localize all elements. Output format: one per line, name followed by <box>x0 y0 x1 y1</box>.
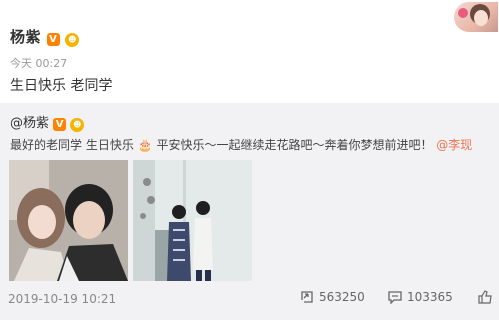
post-text: 生日快乐 老同学 <box>10 78 113 94</box>
cake-icon: 🎂 <box>137 138 153 152</box>
v-verified-icon: V <box>46 33 60 46</box>
repost-icon <box>300 290 314 304</box>
comment-button[interactable]: 103365 <box>388 290 453 305</box>
comment-icon <box>388 290 402 305</box>
repost-text-main: 最好的老同学 生日快乐 <box>10 138 134 152</box>
like-icon <box>478 290 492 304</box>
repost-date: 2019-10-19 10:21 <box>8 292 117 306</box>
couple-standing-illustration <box>133 160 252 281</box>
mention-link[interactable]: @李现 <box>436 138 472 152</box>
avatar-face <box>474 10 488 26</box>
vip-icon: ☻ <box>70 118 85 132</box>
repost-photo-2[interactable] <box>133 160 252 281</box>
v-verified-icon: V <box>53 118 67 131</box>
like-button[interactable] <box>478 290 492 304</box>
user-avatar[interactable] <box>454 2 498 32</box>
repost-text: 最好的老同学 生日快乐 🎂 平安快乐～一起继续走花路吧～奔着你梦想前进吧！ @李… <box>10 136 472 153</box>
post-header: 杨紫 V ☻ <box>10 26 80 47</box>
repost-header: @杨紫 V ☻ <box>10 112 85 132</box>
couple-selfie-illustration <box>9 160 128 281</box>
post-timestamp[interactable]: 今天 00:27 <box>10 55 67 71</box>
comment-count: 103365 <box>407 290 453 304</box>
flower-decoration <box>458 8 468 18</box>
repost-author-name[interactable]: @杨紫 <box>10 116 49 131</box>
repost-photo-1[interactable] <box>9 160 128 281</box>
repost-count: 563250 <box>319 290 365 304</box>
post-author-name[interactable]: 杨紫 <box>10 28 41 46</box>
repost-button[interactable]: 563250 <box>300 290 365 304</box>
vip-icon: ☻ <box>65 33 80 47</box>
repost-text-rest: 平安快乐～一起继续走花路吧～奔着你梦想前进吧！ <box>156 138 433 152</box>
